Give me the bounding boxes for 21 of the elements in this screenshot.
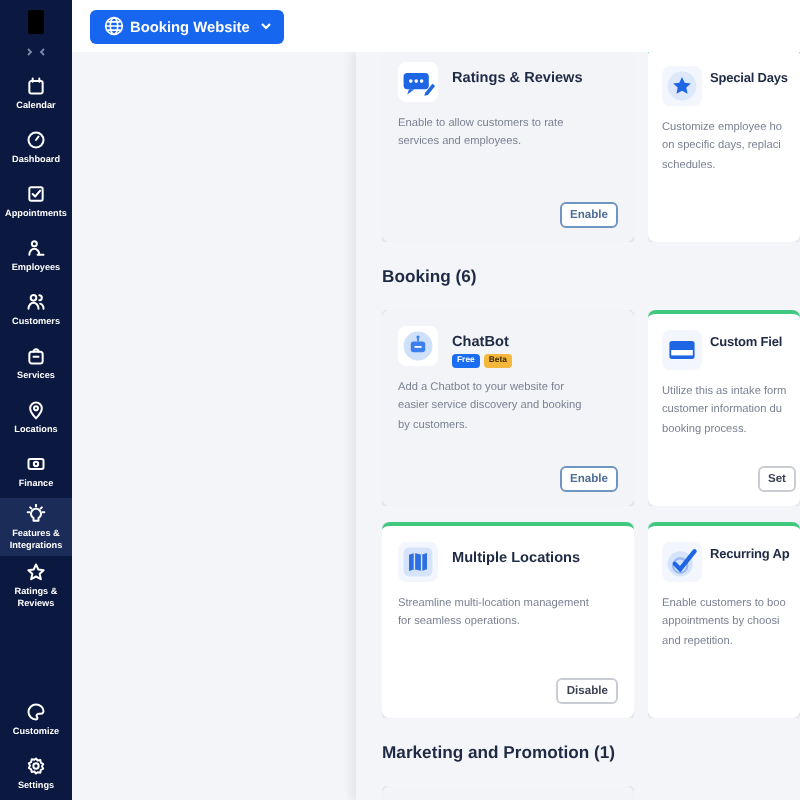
bulb-icon xyxy=(26,504,46,524)
calendar-icon xyxy=(26,75,46,96)
gauge-icon xyxy=(26,129,46,150)
banknote-icon xyxy=(26,453,46,474)
gear-icon xyxy=(26,755,46,776)
map-icon xyxy=(398,542,438,582)
palette-icon xyxy=(26,701,46,722)
bag-icon xyxy=(26,345,46,366)
star-icon xyxy=(662,66,702,106)
logo xyxy=(28,10,44,34)
star-icon xyxy=(26,562,46,583)
robot-icon xyxy=(398,326,438,366)
globe-icon xyxy=(104,16,124,36)
collapse-icon[interactable] xyxy=(24,46,48,58)
chevron-down-icon xyxy=(258,18,274,34)
pin-icon xyxy=(26,399,46,420)
chat-pencil-icon xyxy=(398,62,438,102)
section-heading: Marketing and Promotion (1) xyxy=(382,740,617,766)
card-icon xyxy=(662,330,702,370)
section-heading: Booking (6) xyxy=(382,264,479,290)
checklist-icon xyxy=(26,183,46,204)
